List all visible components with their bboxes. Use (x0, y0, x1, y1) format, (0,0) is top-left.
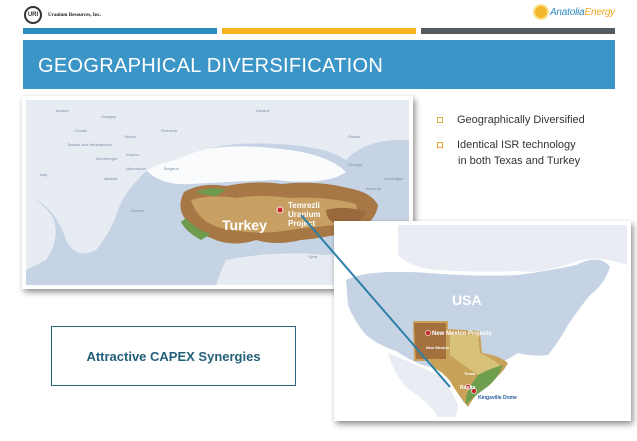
usa-label: USA (452, 292, 482, 308)
bullet-item: Geographically Diversified (437, 112, 622, 128)
anatolia-energy-logo: AnatoliaEnergy (534, 6, 615, 18)
project-label: New Mexico Projects (432, 331, 492, 337)
project-label: Rosita (460, 385, 476, 391)
turkey-label: Turkey (222, 217, 267, 233)
header-color-bars (23, 28, 615, 34)
map-label: Bulgaria (164, 166, 179, 171)
map-label: Albania (104, 176, 118, 181)
map-label: Armenia (366, 186, 382, 191)
slide-title: GEOGRAPHICAL DIVERSIFICATION (38, 55, 384, 77)
blue-bar (23, 28, 217, 34)
map-label: Greece (131, 208, 145, 213)
usa-map: USA New Mexico Projects New Mexico Rosit… (334, 221, 631, 421)
partner-name: AnatoliaEnergy (550, 7, 615, 18)
bullet-square-icon (437, 117, 443, 123)
state-label: Texas (464, 371, 476, 376)
map-label: Bosnia and Herzegovina (68, 142, 112, 147)
map-label: Romania (161, 128, 178, 133)
bullet-item-continuation: in both Texas and Turkey (437, 153, 622, 169)
usa-map-graphic: USA New Mexico Projects New Mexico Rosit… (338, 225, 627, 417)
project-label: Kingsville Dome (478, 395, 517, 401)
map-label: Montenegro (96, 156, 118, 161)
uri-logo-mark: URI (24, 6, 42, 24)
bullet-square-icon (437, 142, 443, 148)
gray-bar (421, 28, 615, 34)
map-label: Hungary (101, 114, 116, 119)
map-label: Serbia (124, 134, 136, 139)
company-name: Uranium Resources, Inc. (48, 12, 101, 18)
bullet-item: Identical ISR technology (437, 137, 622, 153)
map-label: Macedonia (126, 166, 146, 171)
map-label: Croatia (74, 128, 88, 133)
map-label: Azerbaijan (384, 176, 403, 181)
bullet-text: Identical ISR technology (457, 139, 576, 151)
orange-bar (222, 28, 416, 34)
project-label-line2: Uranium (288, 210, 320, 219)
map-label: Georgia (348, 162, 363, 167)
project-label-line3: Project (288, 219, 315, 228)
map-label: Kosovo (126, 152, 140, 157)
map-label: Ukraine (256, 108, 271, 113)
uri-logo: URI Uranium Resources, Inc. (24, 6, 101, 24)
map-label: Austria (56, 108, 69, 113)
state-label: New Mexico (426, 345, 449, 350)
bullet-list: Geographically Diversified Identical ISR… (437, 112, 622, 178)
map-label: Italy (40, 172, 47, 177)
bullet-text: Geographically Diversified (457, 114, 585, 126)
capex-synergies-callout: Attractive CAPEX Synergies (51, 326, 296, 386)
map-label: Russia (348, 134, 361, 139)
partner-name-part2: Energy (584, 6, 616, 18)
sun-icon (534, 6, 547, 18)
bullet-text: in both Texas and Turkey (458, 155, 581, 167)
map-label: Syria (308, 254, 318, 259)
project-label-line1: Temrezli (288, 201, 320, 210)
partner-name-part1: Anatolia (549, 6, 585, 18)
